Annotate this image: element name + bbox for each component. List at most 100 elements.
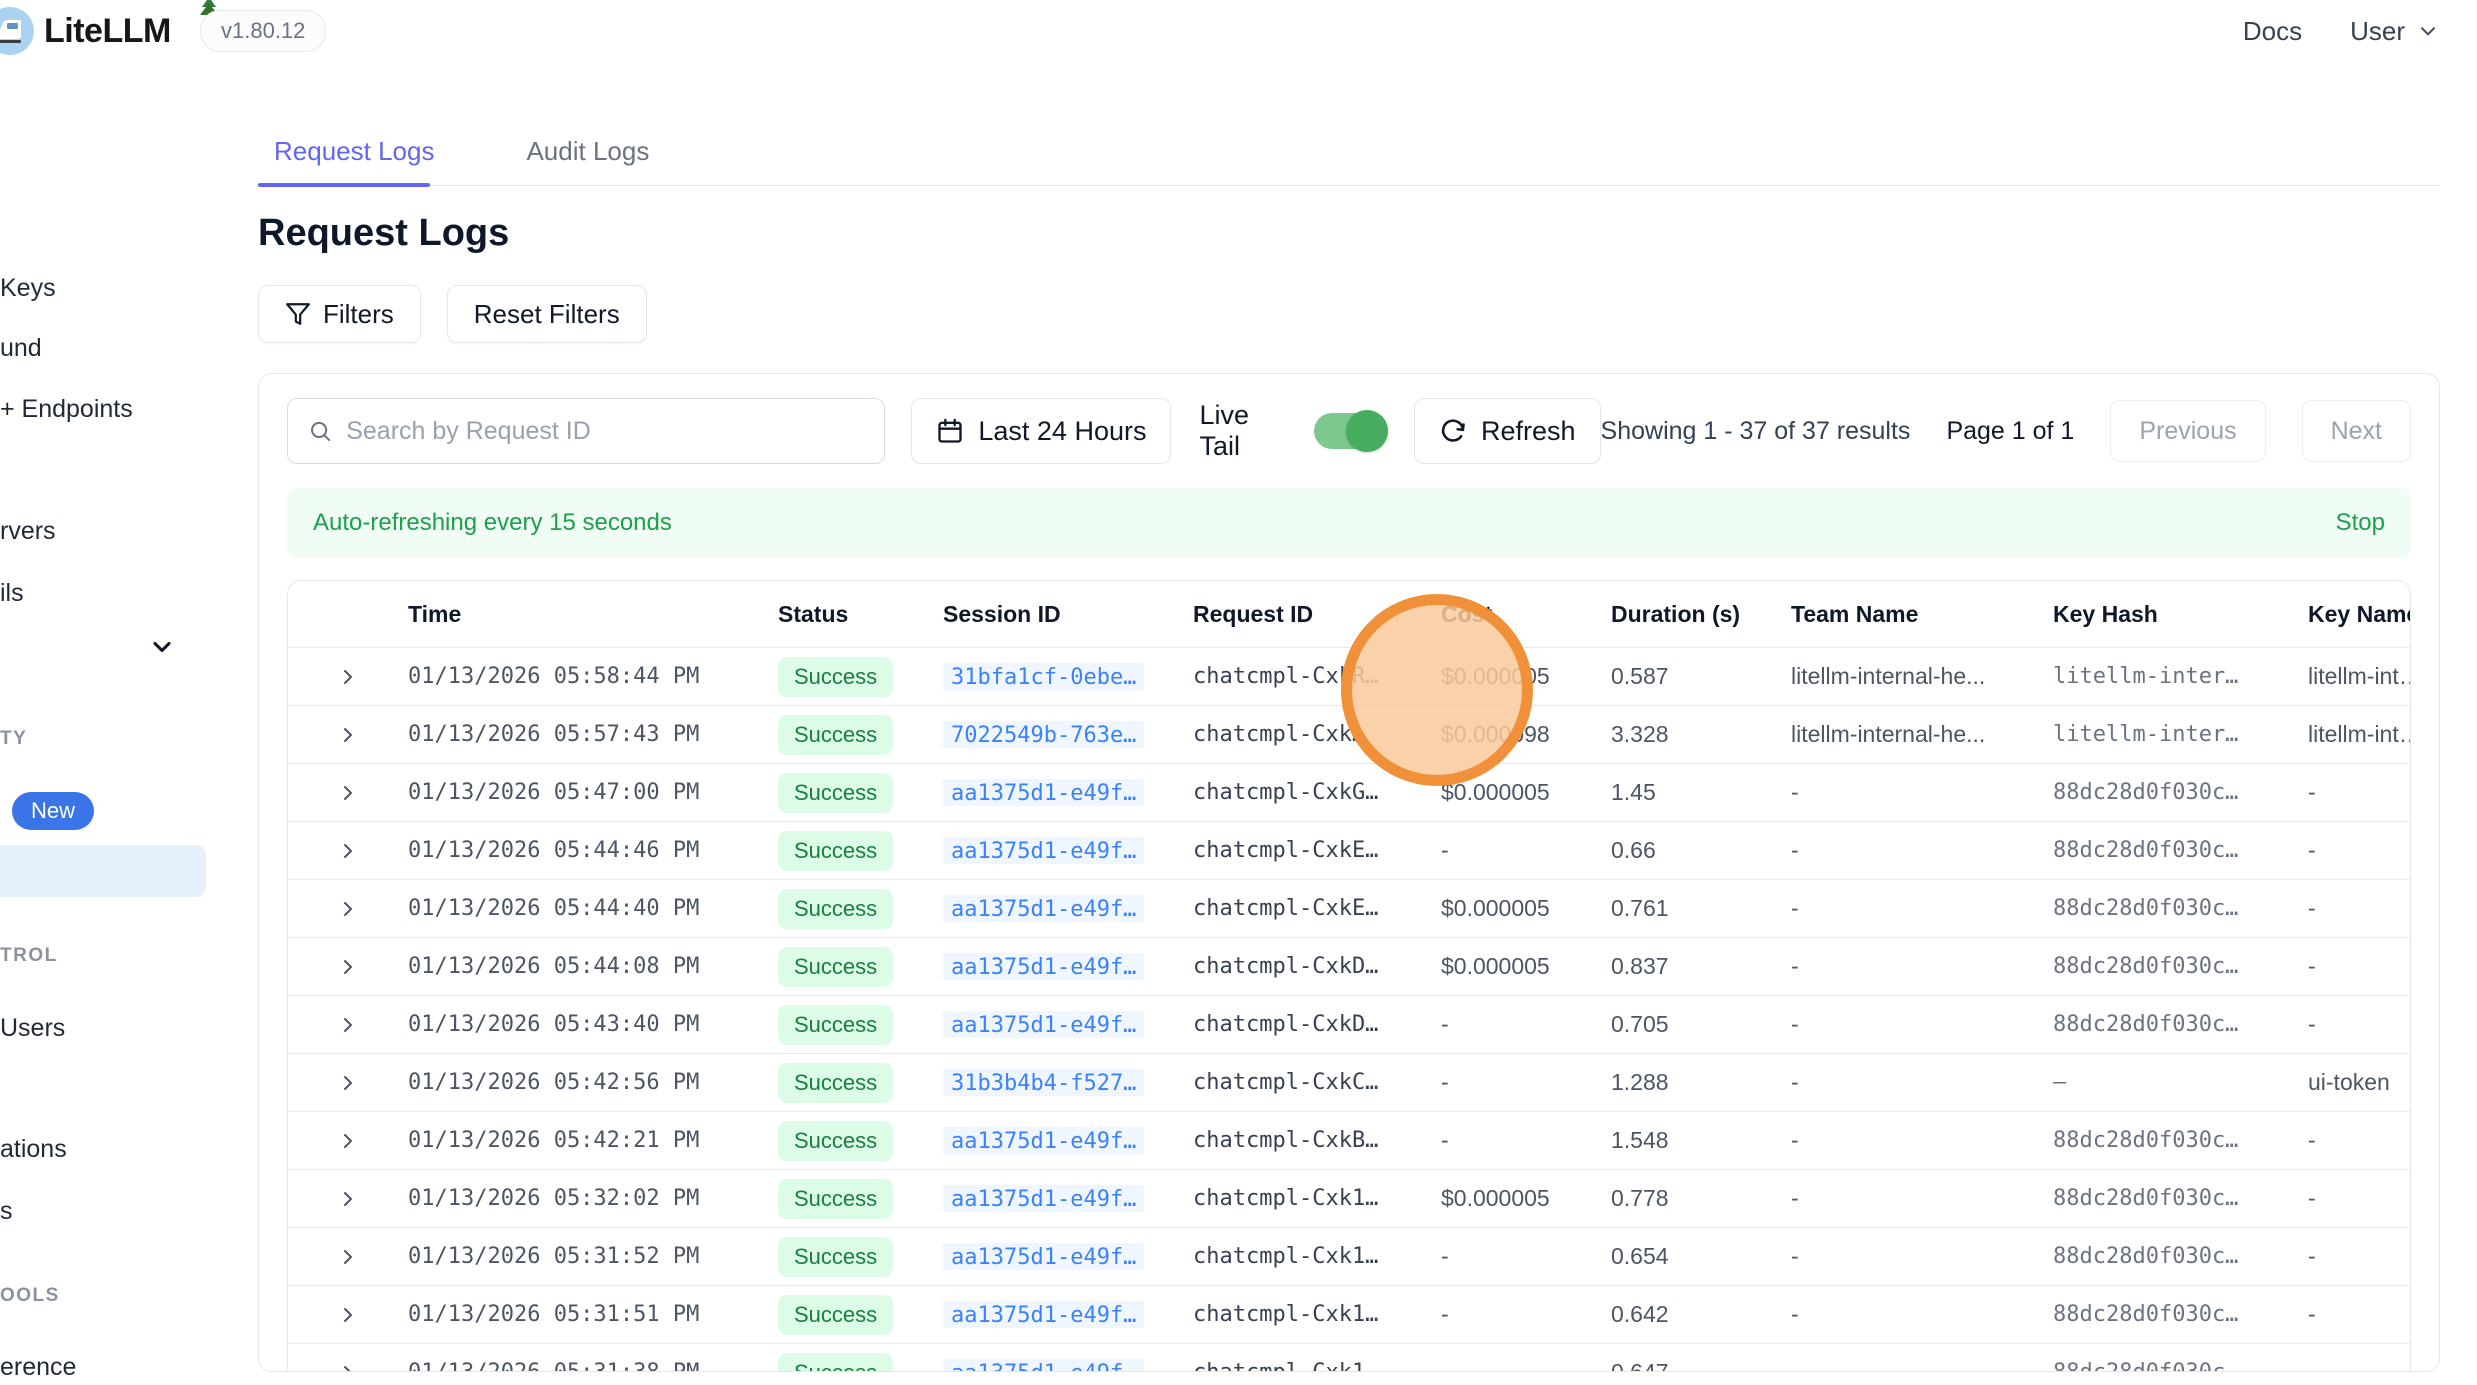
time-cell: 01/13/2026 05:57:43 PM [408,722,778,747]
cost-cell: - [1441,1127,1611,1154]
request-id-cell: chatcmpl-CxkG… [1193,780,1441,805]
status-badge: Success [778,1353,893,1373]
time-range-button[interactable]: Last 24 Hours [911,398,1171,464]
session-id-link[interactable]: 31bfa1cf-0ebe… [943,663,1144,690]
team-name-cell: - [1791,1011,2053,1038]
next-page-button[interactable]: Next [2302,400,2411,462]
session-id-cell: aa1375d1-e49f… [943,1243,1193,1270]
expand-row-button[interactable] [288,1187,408,1211]
key-hash-cell: 88dc28d0f030c… [2053,1244,2308,1269]
sidebar-item-organizations[interactable]: ations [0,1135,67,1164]
expand-row-button[interactable] [288,1245,408,1269]
time-cell: 01/13/2026 05:31:51 PM [408,1302,778,1327]
col-key-hash: Key Hash [2053,601,2308,628]
chevron-right-icon [336,1129,360,1153]
session-id-link[interactable]: aa1375d1-e49f… [943,895,1144,922]
expand-row-button[interactable] [288,1013,408,1037]
table-body: 01/13/2026 05:58:44 PM Success 31bfa1cf-… [288,647,2410,1372]
sidebar-collapse-chevron-icon[interactable] [148,633,176,666]
col-duration: Duration (s) [1611,601,1791,628]
sidebar: Keys und + Endpoints rvers ils TY New TR… [0,62,232,1385]
sidebar-item-guardrails[interactable]: ils [0,579,24,608]
key-hash-cell: 88dc28d0f030c… [2053,1360,2308,1372]
col-session-id: Session ID [943,601,1193,628]
sidebar-item-playground[interactable]: und [0,334,42,363]
request-id-cell: chatcmpl-Cxk1… [1193,1360,1441,1372]
search-input[interactable] [346,417,864,446]
cost-cell: $0.000005 [1441,895,1611,922]
key-hash-cell: 88dc28d0f030c… [2053,1128,2308,1153]
table-header-row: Time Status Session ID Request ID Cost D… [288,581,2410,647]
expand-row-button[interactable] [288,955,408,979]
sidebar-item-logs-selected[interactable] [0,845,206,897]
session-id-link[interactable]: aa1375d1-e49f… [943,837,1144,864]
session-id-link[interactable]: aa1375d1-e49f… [943,953,1144,980]
table-row: 01/13/2026 05:44:40 PM Success aa1375d1-… [288,879,2410,937]
duration-cell: 0.647 [1611,1359,1791,1372]
filters-button[interactable]: Filters [258,285,421,343]
refresh-button[interactable]: Refresh [1414,398,1601,464]
request-id-cell: chatcmpl-CxkD… [1193,954,1441,979]
search-box[interactable] [287,398,885,464]
col-team-name: Team Name [1791,601,2053,628]
sidebar-item-servers[interactable]: rvers [0,517,56,546]
reset-filters-button[interactable]: Reset Filters [447,285,647,343]
calendar-icon [936,417,964,445]
cost-cell: $0.000098 [1441,721,1611,748]
key-name-cell: - [2308,1127,2411,1154]
col-request-id: Request ID [1193,601,1441,628]
session-id-cell: aa1375d1-e49f… [943,779,1193,806]
session-id-link[interactable]: 31b3b4b4-f527… [943,1069,1144,1096]
session-id-cell: aa1375d1-e49f… [943,953,1193,980]
expand-row-button[interactable] [288,665,408,689]
user-menu[interactable]: User [2350,16,2441,47]
tab-audit-logs[interactable]: Audit Logs [510,128,665,185]
expand-row-button[interactable] [288,897,408,921]
team-name-cell: litellm-internal-he... [1791,663,2053,690]
session-id-link[interactable]: aa1375d1-e49f… [943,1127,1144,1154]
key-name-cell: - [2308,1011,2411,1038]
sidebar-item-models-endpoints[interactable]: + Endpoints [0,395,133,424]
expand-row-button[interactable] [288,1303,408,1327]
duration-cell: 0.587 [1611,663,1791,690]
session-id-link[interactable]: aa1375d1-e49f… [943,1243,1144,1270]
active-tab-underline [258,183,430,187]
session-id-link[interactable]: aa1375d1-e49f… [943,1011,1144,1038]
expand-row-button[interactable] [288,1129,408,1153]
table-row: 01/13/2026 05:44:46 PM Success aa1375d1-… [288,821,2410,879]
train-icon [0,14,27,48]
reset-filters-label: Reset Filters [474,299,620,330]
live-tail-toggle[interactable] [1314,413,1388,449]
table-row: 01/13/2026 05:43:40 PM Success aa1375d1-… [288,995,2410,1053]
sidebar-item-keys[interactable]: Keys [0,274,56,303]
request-id-cell: chatcmpl-CxkB… [1193,1128,1441,1153]
session-id-link[interactable]: aa1375d1-e49f… [943,1185,1144,1212]
expand-row-button[interactable] [288,781,408,805]
session-id-link[interactable]: 7022549b-763e… [943,721,1144,748]
version-badge: v1.80.12 [200,10,326,52]
session-id-link[interactable]: aa1375d1-e49f… [943,1359,1144,1372]
time-cell: 01/13/2026 05:42:21 PM [408,1128,778,1153]
status-cell: Success [778,657,943,697]
docs-link[interactable]: Docs [2243,16,2302,47]
col-status: Status [778,601,943,628]
team-name-cell: - [1791,1243,2053,1270]
sidebar-item-teams[interactable]: s [0,1197,13,1226]
stop-auto-refresh-link[interactable]: Stop [2336,509,2385,537]
session-id-link[interactable]: aa1375d1-e49f… [943,779,1144,806]
sidebar-item-api-reference[interactable]: erence [0,1353,76,1382]
expand-row-button[interactable] [288,839,408,863]
expand-row-button[interactable] [288,1361,408,1373]
previous-page-button[interactable]: Previous [2110,400,2265,462]
sidebar-item-users[interactable]: Users [0,1014,65,1043]
expand-row-button[interactable] [288,723,408,747]
sidebar-section-observability: TY [0,728,27,750]
request-id-cell: chatcmpl-CxkR… [1193,664,1441,689]
key-hash-cell: 88dc28d0f030c… [2053,1012,2308,1037]
tab-request-logs[interactable]: Request Logs [258,128,450,185]
request-id-cell: chatcmpl-CxkE… [1193,838,1441,863]
cost-cell: - [1441,1243,1611,1270]
session-id-link[interactable]: aa1375d1-e49f… [943,1301,1144,1328]
expand-row-button[interactable] [288,1071,408,1095]
session-id-cell: aa1375d1-e49f… [943,895,1193,922]
